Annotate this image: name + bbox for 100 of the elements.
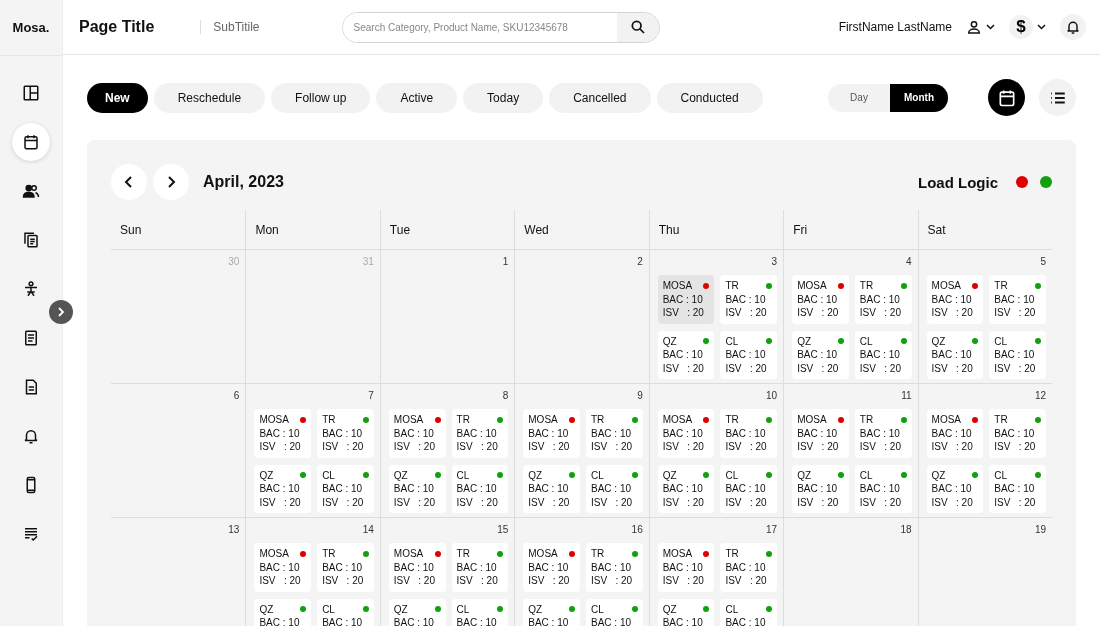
event-card[interactable]: CL BAC : 10 bbox=[317, 598, 374, 626]
event-card[interactable]: CL BAC : 10 bbox=[720, 598, 778, 626]
event-card[interactable]: MOSA BAC : 10 ISV : 20 bbox=[388, 409, 446, 458]
notifications-button[interactable] bbox=[1060, 14, 1086, 40]
event-card[interactable]: MOSA BAC : 10 ISV : 20 bbox=[926, 409, 984, 458]
event-card[interactable]: QZ BAC : 10 bbox=[523, 598, 580, 626]
user-menu-button[interactable] bbox=[966, 19, 995, 35]
event-card[interactable]: MOSA BAC : 10 ISV : 20 bbox=[657, 543, 715, 592]
previous-month-button[interactable] bbox=[111, 164, 147, 200]
event-card[interactable]: MOSA BAC : 10 ISV : 20 bbox=[926, 275, 984, 324]
event-metric: ISV : 20 bbox=[456, 495, 499, 509]
event-name: MOSA bbox=[393, 413, 424, 427]
event-card[interactable]: MOSA BAC : 10 ISV : 20 bbox=[792, 409, 849, 458]
weekday-header: Thu bbox=[648, 210, 784, 250]
filter-chip[interactable]: Reschedule bbox=[153, 82, 266, 113]
event-card[interactable]: QZ BAC : 10 ISV : 20 bbox=[657, 464, 715, 513]
event-card[interactable]: TR BAC : 10 ISV : 20 bbox=[317, 543, 374, 592]
event-card[interactable]: TR BAC : 10 ISV : 20 bbox=[854, 275, 912, 324]
event-metric: ISV : 20 bbox=[456, 440, 499, 454]
list-view-button[interactable] bbox=[1039, 79, 1076, 116]
weekday-header: Fri bbox=[783, 210, 918, 250]
event-card[interactable]: MOSA BAC : 10 ISV : 20 bbox=[254, 543, 312, 592]
event-name: CL bbox=[725, 468, 739, 482]
expand-button[interactable] bbox=[49, 300, 73, 324]
event-card[interactable]: CL BAC : 10 ISV : 20 bbox=[720, 330, 778, 379]
event-card[interactable]: QZ BAC : 10 bbox=[388, 598, 446, 626]
view-toggle-tab[interactable]: Day bbox=[828, 83, 890, 112]
event-card[interactable]: MOSA BAC : 10 ISV : 20 bbox=[792, 275, 849, 324]
event-name: QZ bbox=[528, 468, 543, 482]
day-number: 3 bbox=[770, 256, 778, 268]
event-card[interactable]: CL BAC : 10 ISV : 20 bbox=[854, 330, 912, 379]
event-metric: BAC : 10 bbox=[456, 426, 498, 440]
event-name: QZ bbox=[662, 468, 677, 482]
event-card[interactable]: MOSA BAC : 10 ISV : 20 bbox=[523, 543, 580, 592]
dashboard-icon bbox=[22, 84, 40, 102]
filter-chip[interactable]: Today bbox=[463, 82, 544, 113]
event-metric: BAC : 10 bbox=[725, 292, 767, 306]
day-number: 31 bbox=[361, 256, 374, 268]
event-card[interactable]: CL BAC : 10 bbox=[451, 598, 509, 626]
event-metric: ISV : 20 bbox=[456, 574, 499, 588]
day-number: 10 bbox=[765, 390, 778, 402]
event-card[interactable]: CL BAC : 10 ISV : 20 bbox=[317, 464, 374, 513]
search-button[interactable] bbox=[616, 12, 659, 42]
event-card[interactable]: QZ BAC : 10 ISV : 20 bbox=[926, 330, 984, 379]
next-month-button[interactable] bbox=[153, 164, 189, 200]
event-card[interactable]: MOSA BAC : 10 ISV : 20 bbox=[657, 409, 715, 458]
event-card[interactable]: QZ BAC : 10 ISV : 20 bbox=[657, 330, 715, 379]
event-card[interactable]: QZ BAC : 10 ISV : 20 bbox=[523, 464, 580, 513]
sidebar-item[interactable] bbox=[12, 123, 50, 161]
event-card[interactable]: QZ BAC : 10 ISV : 20 bbox=[926, 464, 984, 513]
event-card[interactable]: TR BAC : 10 ISV : 20 bbox=[989, 409, 1046, 458]
filter-chip[interactable]: Active bbox=[376, 82, 458, 113]
filter-chip[interactable]: Follow up bbox=[271, 82, 371, 113]
event-card[interactable]: QZ BAC : 10 bbox=[254, 598, 312, 626]
event-metric: ISV : 20 bbox=[931, 361, 974, 375]
event-card[interactable]: QZ BAC : 10 ISV : 20 bbox=[792, 330, 849, 379]
event-card[interactable]: TR BAC : 10 ISV : 20 bbox=[317, 409, 374, 458]
event-card[interactable]: TR BAC : 10 ISV : 20 bbox=[451, 409, 509, 458]
event-metric: ISV : 20 bbox=[662, 440, 705, 454]
event-card[interactable]: CL BAC : 10 ISV : 20 bbox=[989, 464, 1046, 513]
event-card[interactable]: QZ BAC : 10 ISV : 20 bbox=[792, 464, 849, 513]
event-name: MOSA bbox=[662, 547, 693, 561]
event-card[interactable]: CL BAC : 10 ISV : 20 bbox=[586, 464, 643, 513]
event-card[interactable]: CL BAC : 10 ISV : 20 bbox=[989, 330, 1046, 379]
calendar-view-button[interactable] bbox=[988, 79, 1025, 116]
event-card[interactable]: QZ BAC : 10 ISV : 20 bbox=[388, 464, 446, 513]
event-metric: BAC : 10 bbox=[994, 426, 1036, 440]
day-number: 30 bbox=[227, 256, 240, 268]
event-card[interactable]: CL BAC : 10 ISV : 20 bbox=[720, 464, 778, 513]
event-name: MOSA bbox=[797, 279, 827, 293]
event-card[interactable]: TR BAC : 10 ISV : 20 bbox=[720, 543, 778, 592]
event-card[interactable]: CL BAC : 10 ISV : 20 bbox=[854, 464, 912, 513]
event-metric: BAC : 10 bbox=[662, 426, 704, 440]
event-card[interactable]: TR BAC : 10 ISV : 20 bbox=[720, 409, 778, 458]
event-metric: ISV : 20 bbox=[259, 440, 302, 454]
event-card[interactable]: QZ BAC : 10 ISV : 20 bbox=[254, 464, 312, 513]
event-card[interactable]: CL BAC : 10 bbox=[586, 598, 643, 626]
event-card[interactable]: MOSA BAC : 10 ISV : 20 bbox=[388, 543, 446, 592]
day-number: 16 bbox=[630, 524, 643, 536]
event-metric: BAC : 10 bbox=[662, 482, 704, 496]
event-card[interactable]: TR BAC : 10 ISV : 20 bbox=[989, 275, 1046, 324]
event-card[interactable]: TR BAC : 10 ISV : 20 bbox=[586, 409, 643, 458]
event-card[interactable]: CL BAC : 10 ISV : 20 bbox=[451, 464, 509, 513]
chevron-down-icon bbox=[1037, 24, 1046, 30]
event-card[interactable]: TR BAC : 10 ISV : 20 bbox=[720, 275, 778, 324]
event-card[interactable]: MOSA BAC : 10 ISV : 20 bbox=[254, 409, 312, 458]
event-card[interactable]: MOSA BAC : 10 ISV : 20 bbox=[657, 275, 715, 324]
filter-chip[interactable]: Cancelled bbox=[549, 82, 651, 113]
search-field[interactable]: Search Category, Product Name, SKU12345678 bbox=[341, 11, 660, 43]
event-card[interactable]: TR BAC : 10 ISV : 20 bbox=[586, 543, 643, 592]
filter-chip[interactable]: Conducted bbox=[656, 82, 763, 113]
view-toggle-tab[interactable]: Month bbox=[890, 83, 948, 112]
event-card[interactable]: QZ BAC : 10 bbox=[657, 598, 715, 626]
event-metric: BAC : 10 bbox=[456, 482, 498, 496]
event-card[interactable]: TR BAC : 10 ISV : 20 bbox=[451, 543, 509, 592]
event-card[interactable]: TR BAC : 10 ISV : 20 bbox=[854, 409, 912, 458]
event-card[interactable]: MOSA BAC : 10 ISV : 20 bbox=[523, 409, 580, 458]
filter-chip[interactable]: New bbox=[87, 82, 148, 113]
event-metric: ISV : 20 bbox=[322, 495, 365, 509]
event-metric: BAC : 10 bbox=[322, 482, 364, 496]
